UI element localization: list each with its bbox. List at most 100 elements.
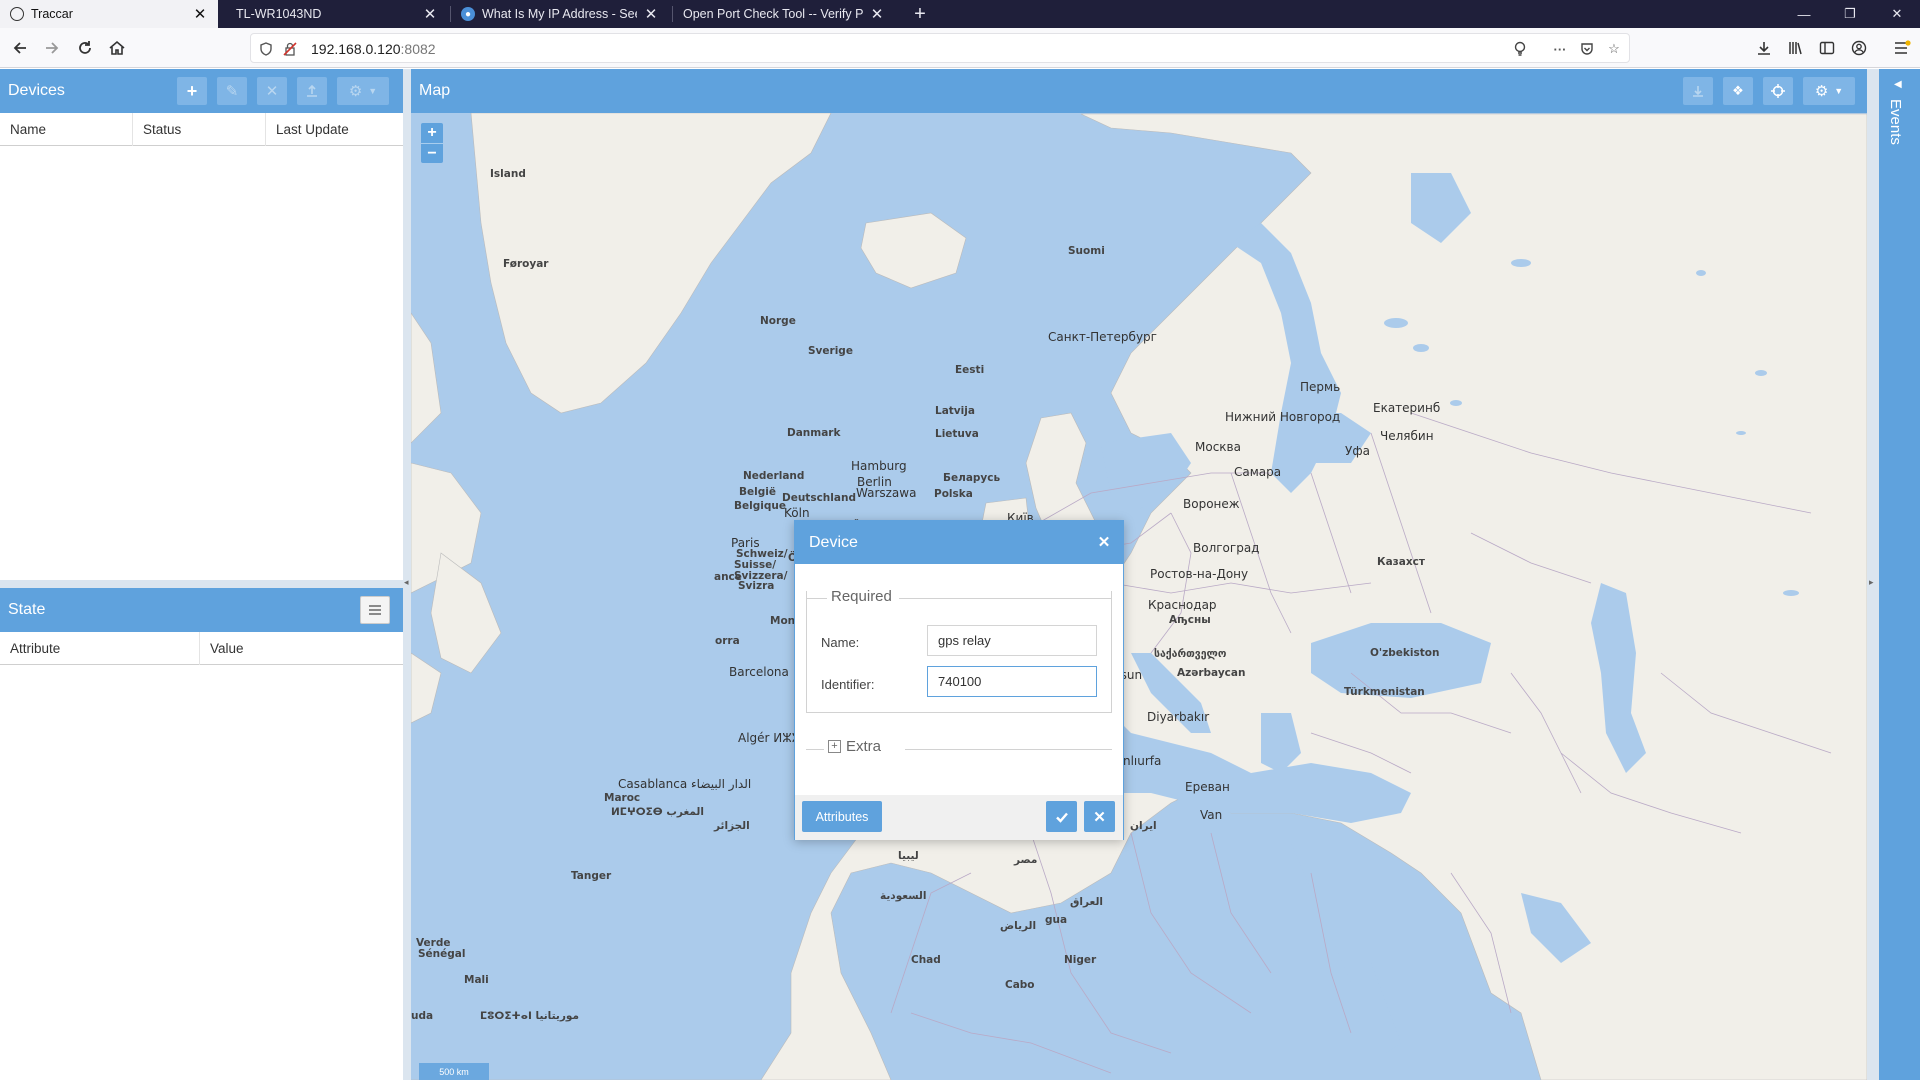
map-label: orra — [715, 635, 740, 647]
browser-tab-traccar[interactable]: Traccar ✕ — [0, 0, 218, 28]
insecure-lock-icon[interactable] — [281, 40, 299, 58]
close-tab-icon[interactable]: ✕ — [192, 5, 208, 23]
map-label: uda — [411, 1010, 433, 1022]
browser-tab-router[interactable]: TL-WR1043ND ✕ — [226, 0, 448, 28]
checkmark-icon — [1055, 810, 1069, 824]
expand-left-icon[interactable]: ◀ — [1894, 79, 1902, 90]
browser-tab-whatismyip[interactable]: ● What Is My IP Address - See Yo ✕ — [451, 0, 669, 28]
map-label: Niger — [1064, 954, 1096, 966]
panel-splitter-vertical[interactable]: ◂ — [403, 69, 411, 1080]
column-name[interactable]: Name — [0, 113, 133, 146]
map-canvas[interactable]: + − 500 km IslandFøroyarSuomiNorgeSverig… — [411, 113, 1867, 1080]
account-icon[interactable] — [1847, 36, 1871, 60]
state-options-button[interactable] — [360, 596, 390, 624]
close-tab-icon[interactable]: ✕ — [422, 5, 438, 23]
close-tab-icon[interactable]: ✕ — [869, 5, 885, 23]
bookmark-star-icon[interactable]: ☆ — [1605, 40, 1623, 58]
cancel-button[interactable]: ✕ — [1084, 801, 1115, 832]
map-settings-dropdown[interactable]: ⚙ ▼ — [1803, 77, 1855, 105]
new-tab-button[interactable]: + — [906, 0, 934, 28]
column-status[interactable]: Status — [133, 113, 266, 146]
plus-icon: + — [187, 81, 198, 102]
library-icon[interactable] — [1784, 36, 1808, 60]
send-command-button[interactable] — [297, 77, 327, 105]
arrow-right-icon — [43, 39, 61, 57]
map-label: Island — [490, 168, 526, 180]
map-label: السعودية — [880, 890, 926, 902]
globe-icon: ● — [461, 7, 475, 21]
map-panel-title: Map — [419, 82, 450, 100]
home-button[interactable] — [105, 36, 129, 60]
fieldset-border — [806, 598, 828, 599]
follow-device-button[interactable] — [1763, 77, 1793, 105]
device-settings-dropdown[interactable]: ⚙ ▼ — [337, 77, 389, 105]
caret-down-icon: ▼ — [368, 86, 377, 96]
zoom-out-button[interactable]: − — [421, 143, 443, 163]
map-label: Diyarbakır — [1147, 710, 1209, 724]
map-label: Nederland — [743, 470, 804, 482]
sidebar-icon[interactable] — [1815, 36, 1839, 60]
events-panel-collapsed[interactable]: ◀ Events — [1879, 69, 1920, 1080]
collapse-right-icon[interactable]: ▸ — [1869, 577, 1874, 588]
url-text[interactable]: 192.168.0.120:8082 — [311, 41, 436, 57]
map-label: Latvija — [935, 405, 975, 417]
map-label: Москва — [1195, 440, 1241, 454]
panel-splitter-horizontal[interactable] — [0, 580, 403, 588]
map-label: Casablanca الدار البيضاء — [618, 777, 751, 791]
remove-device-button[interactable]: ✕ — [257, 77, 287, 105]
map-label: Санкт-Петербург — [1048, 330, 1157, 344]
map-label: Føroyar — [503, 258, 548, 270]
state-panel-title: State — [8, 601, 45, 619]
forward-button[interactable] — [40, 36, 64, 60]
extra-legend-toggle[interactable]: + Extra — [828, 738, 885, 755]
panel-splitter-right[interactable]: ▸ — [1867, 69, 1879, 1080]
map-label: Norge — [760, 315, 796, 327]
name-field[interactable] — [927, 625, 1097, 656]
identifier-field[interactable] — [927, 666, 1097, 697]
edit-device-button[interactable]: ✎ — [217, 77, 247, 105]
map-label: مصر — [1014, 854, 1037, 866]
pocket-icon[interactable] — [1578, 40, 1596, 58]
column-attribute[interactable]: Attribute — [0, 632, 200, 665]
lightbulb-icon[interactable] — [1511, 40, 1529, 58]
downloads-icon[interactable] — [1752, 36, 1776, 60]
devices-panel-title: Devices — [8, 82, 65, 100]
close-window-button[interactable]: ✕ — [1874, 0, 1920, 28]
save-button[interactable] — [1046, 801, 1077, 832]
home-icon — [108, 39, 126, 57]
browser-nav-bar: 192.168.0.120:8082 ··· ☆ — [0, 28, 1920, 68]
browser-tab-bar: Traccar ✕ TL-WR1043ND ✕ ● What Is My IP … — [0, 0, 1920, 28]
minimize-button[interactable]: — — [1781, 0, 1827, 28]
device-dialog-header: Device ✕ — [795, 521, 1123, 564]
address-bar[interactable]: 192.168.0.120:8082 ··· ☆ — [250, 33, 1630, 63]
more-actions-icon[interactable]: ··· — [1551, 40, 1569, 58]
map-label: O'zbekiston — [1370, 647, 1439, 659]
collapse-left-icon[interactable]: ◂ — [404, 577, 409, 588]
back-button[interactable] — [8, 36, 32, 60]
map-label: Barcelona — [729, 665, 789, 679]
close-tab-icon[interactable]: ✕ — [643, 5, 659, 23]
crosshair-icon — [1770, 83, 1786, 99]
browser-tab-portcheck[interactable]: Open Port Check Tool -- Verify Port ✕ — [673, 0, 895, 28]
zoom-in-button[interactable]: + — [421, 123, 443, 143]
show-geofences-button[interactable]: ❖ — [1723, 77, 1753, 105]
map-label: الجزائر — [714, 820, 750, 832]
map-label: Belgique — [734, 500, 786, 512]
map-label: Lietuva — [935, 428, 979, 440]
map-label: Cabo — [1005, 979, 1035, 991]
restore-button[interactable]: ❐ — [1827, 0, 1873, 28]
expand-plus-icon[interactable]: + — [828, 740, 841, 753]
shield-icon[interactable] — [257, 40, 275, 58]
traccar-icon — [10, 7, 24, 21]
reload-button[interactable] — [73, 36, 97, 60]
map-download-button[interactable] — [1683, 77, 1713, 105]
close-dialog-icon[interactable]: ✕ — [1095, 533, 1113, 551]
column-value[interactable]: Value — [200, 632, 403, 665]
map-label: Самара — [1234, 465, 1281, 479]
reload-icon — [76, 39, 94, 57]
menu-icon[interactable] — [1890, 36, 1914, 60]
attributes-button[interactable]: Attributes — [802, 801, 882, 832]
column-last-update[interactable]: Last Update — [266, 113, 403, 146]
map-label: gua — [1045, 914, 1067, 926]
add-device-button[interactable]: + — [177, 77, 207, 105]
